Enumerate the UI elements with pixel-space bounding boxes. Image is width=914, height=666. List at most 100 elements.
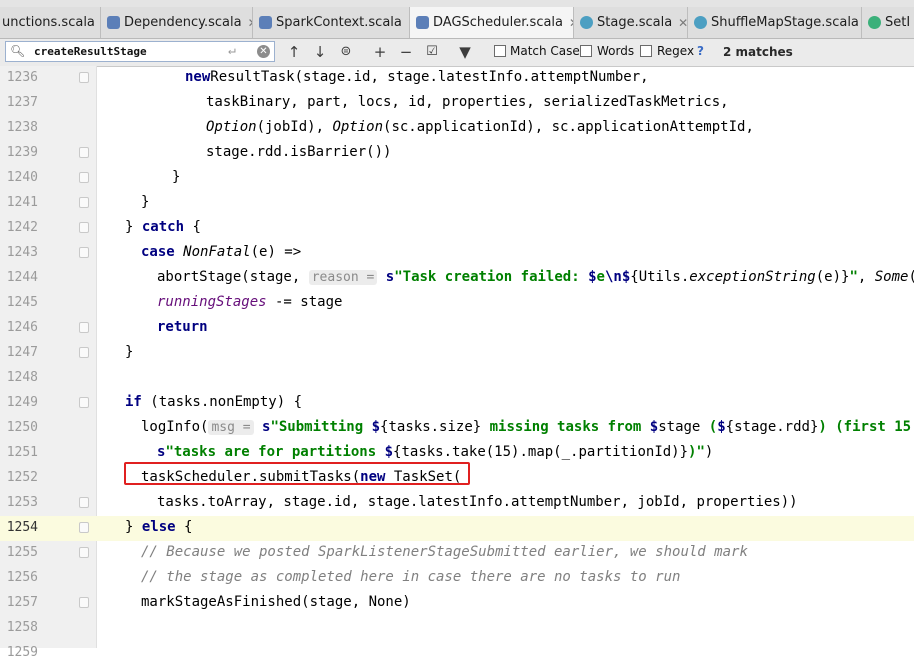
code-editor[interactable]: 1236newResultTask(stage.id, stage.latest…: [0, 66, 914, 648]
fold-marker-icon[interactable]: [79, 147, 89, 158]
next-occurrence-button[interactable]: ↓: [310, 42, 330, 62]
fold-marker-icon[interactable]: [79, 322, 89, 333]
code-line[interactable]: 1236newResultTask(stage.id, stage.latest…: [0, 66, 914, 91]
tab-shufflemapstage-scala[interactable]: ShuffleMapStage.scala ✕: [688, 7, 862, 38]
code-token: $: [588, 269, 596, 285]
match-count: 2 matches: [723, 45, 793, 59]
code-line[interactable]: 1245runningStages -= stage: [0, 291, 914, 316]
code-line[interactable]: 1241}: [0, 191, 914, 216]
fold-marker-icon[interactable]: [79, 497, 89, 508]
code-line[interactable]: 1237taskBinary, part, locs, id, properti…: [0, 91, 914, 116]
search-query[interactable]: createResultStage: [34, 45, 147, 58]
words-label: Words: [597, 44, 634, 58]
words-checkbox[interactable]: [580, 45, 592, 57]
code-line[interactable]: 1246return: [0, 316, 914, 341]
code-line[interactable]: 1243case NonFatal(e) =>: [0, 241, 914, 266]
code-token: stage: [658, 419, 700, 435]
line-number: 1237: [0, 95, 38, 110]
clear-icon[interactable]: ✕: [257, 45, 270, 58]
tab-sparkcontext-scala[interactable]: SparkContext.scala ✕: [253, 7, 410, 38]
regex-label: Regex: [657, 44, 694, 58]
tab-functions-scala[interactable]: unctions.scala ✕: [0, 7, 101, 38]
code-text: } else {: [125, 519, 192, 535]
regex-help-link[interactable]: ?: [697, 44, 704, 58]
code-line[interactable]: 1257markStageAsFinished(stage, None): [0, 591, 914, 616]
previous-occurrence-button[interactable]: ↑: [284, 42, 304, 62]
regex-checkbox[interactable]: [640, 45, 652, 57]
add-occurrence-icon[interactable]: +: [370, 42, 390, 62]
code-text: // the stage as completed here in case t…: [141, 569, 680, 585]
code-token: }: [125, 219, 142, 235]
fold-marker-icon[interactable]: [79, 247, 89, 258]
match-case-checkbox[interactable]: [494, 45, 506, 57]
find-all-icon[interactable]: ⊜: [336, 42, 356, 62]
code-line[interactable]: 1239 stage.rdd.isBarrier()): [0, 141, 914, 166]
scala-file-icon: [259, 16, 272, 29]
fold-marker-icon[interactable]: [79, 72, 89, 83]
code-token: return: [157, 319, 208, 335]
code-text: return: [157, 319, 208, 335]
code-token: logInfo(: [141, 419, 208, 435]
code-text: stage.rdd.isBarrier()): [206, 144, 391, 160]
tab-stage-scala[interactable]: Stage.scala ✕: [574, 7, 688, 38]
code-line[interactable]: 1254} else {: [0, 516, 914, 541]
find-bar: 🔍︎ createResultStage ↵ ✕ ↑ ↓ ⊜ + − ☑ ▼ M…: [0, 39, 914, 67]
line-number: 1249: [0, 395, 38, 410]
search-icon[interactable]: 🔍︎: [10, 44, 25, 58]
fold-marker-icon[interactable]: [79, 172, 89, 183]
tab-label: Dependency.scala: [124, 15, 242, 30]
code-line[interactable]: 1248: [0, 366, 914, 391]
code-token: new: [185, 69, 210, 85]
tab-dependency-scala[interactable]: Dependency.scala ✕: [101, 7, 253, 38]
code-text: }: [125, 344, 133, 360]
code-text: newResultTask(stage.id, stage.latestInfo…: [185, 69, 649, 85]
code-token: (jobId),: [257, 119, 333, 135]
code-line[interactable]: 1238 Option(jobId), Option(sc.application…: [0, 116, 914, 141]
code-token: ) (first 15 ": [818, 419, 914, 435]
code-line[interactable]: 1258: [0, 616, 914, 641]
code-token: )": [688, 444, 705, 460]
line-number: 1242: [0, 220, 38, 235]
fold-marker-icon[interactable]: [79, 597, 89, 608]
code-line[interactable]: 1253tasks.toArray, stage.id, stage.lates…: [0, 491, 914, 516]
code-token: $: [717, 419, 725, 435]
code-text: Option(jobId), Option(sc.applicationId),…: [206, 119, 754, 135]
line-number: 1238: [0, 120, 38, 135]
fold-marker-icon[interactable]: [79, 547, 89, 558]
fold-marker-icon[interactable]: [79, 522, 89, 533]
close-icon[interactable]: ✕: [678, 16, 688, 30]
search-input[interactable]: 🔍︎ createResultStage ↵ ✕: [5, 41, 275, 62]
code-text: tasks.toArray, stage.id, stage.latestInf…: [157, 494, 798, 510]
code-token: missing tasks from: [481, 419, 650, 435]
code-line[interactable]: 1250logInfo(msg = s"Submitting ${tasks.s…: [0, 416, 914, 441]
fold-marker-icon[interactable]: [79, 222, 89, 233]
code-token: {: [184, 219, 201, 235]
code-token: {tasks.take(15).map(_.partitionId)}: [393, 444, 688, 460]
code-text: }: [172, 169, 180, 185]
line-number: 1239: [0, 145, 38, 160]
fold-marker-icon[interactable]: [79, 347, 89, 358]
code-line[interactable]: 1244 abortStage(stage, reason = s"Task cr…: [0, 266, 914, 291]
code-text: case NonFatal(e) =>: [141, 244, 301, 260]
fold-marker-icon[interactable]: [79, 397, 89, 408]
code-line[interactable]: 1249if (tasks.nonEmpty) {: [0, 391, 914, 416]
code-line[interactable]: 1247}: [0, 341, 914, 366]
fold-marker-icon[interactable]: [79, 197, 89, 208]
code-token: }: [141, 194, 149, 210]
tab-set-scala[interactable]: SetI: [862, 7, 914, 38]
parameter-hint: reason =: [309, 270, 378, 285]
tab-dagscheduler-scala[interactable]: DAGScheduler.scala ✕: [410, 7, 574, 38]
code-line[interactable]: 1256// the stage as completed here in ca…: [0, 566, 914, 591]
code-token: ,: [858, 269, 875, 285]
code-line[interactable]: 1255// Because we posted SparkListenerSt…: [0, 541, 914, 566]
code-token: [254, 419, 262, 435]
remove-occurrence-icon[interactable]: −: [396, 42, 416, 62]
code-text: abortStage(stage, reason = s"Task creati…: [157, 269, 914, 285]
filter-icon[interactable]: ▼: [455, 42, 475, 62]
code-line[interactable]: 1259: [0, 641, 914, 666]
code-token: -= stage: [267, 294, 343, 310]
select-all-occurrences-icon[interactable]: ☑: [422, 42, 442, 62]
code-line[interactable]: 1240}: [0, 166, 914, 191]
line-number: 1244: [0, 270, 38, 285]
code-line[interactable]: 1242} catch {: [0, 216, 914, 241]
